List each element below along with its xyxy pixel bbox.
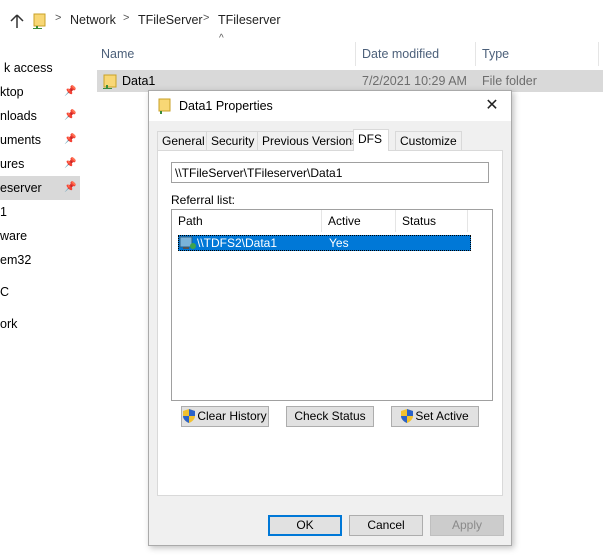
file-date: 7/2/2021 10:29 AM — [362, 74, 467, 88]
nav-item-data1[interactable]: 1 — [0, 200, 80, 224]
folder-icon — [158, 98, 172, 114]
breadcrumb-share[interactable]: TFileserver — [218, 13, 281, 27]
apply-button[interactable]: Apply — [430, 515, 504, 536]
column-header-date[interactable]: Date modified — [362, 42, 439, 66]
column-divider[interactable] — [355, 42, 356, 66]
breadcrumb-network[interactable]: Network — [70, 13, 116, 27]
tab-previous-versions[interactable]: Previous Versions — [257, 131, 364, 150]
chevron-right-icon: > — [123, 12, 130, 24]
set-active-button[interactable]: Set Active — [391, 406, 479, 427]
file-type: File folder — [482, 74, 537, 88]
server-icon — [179, 236, 197, 253]
pin-icon: 📌 — [64, 182, 77, 193]
folder-icon — [33, 11, 49, 29]
uac-shield-icon — [183, 409, 196, 423]
pin-icon: 📌 — [64, 134, 77, 145]
nav-item-pictures[interactable]: ures 📌 — [0, 152, 80, 176]
column-header-name[interactable]: Name — [101, 42, 134, 66]
sort-caret-icon: ^ — [219, 33, 224, 44]
file-name[interactable]: Data1 — [122, 74, 155, 88]
folder-icon — [103, 73, 119, 89]
ok-button[interactable]: OK — [268, 515, 342, 536]
tab-customize[interactable]: Customize — [395, 131, 462, 150]
check-status-button[interactable]: Check Status — [286, 406, 374, 427]
nav-item-desktop[interactable]: ktop 📌 — [0, 80, 80, 104]
tab-dfs[interactable]: DFS — [353, 129, 389, 151]
address-bar: > Network > TFileServer > TFileserver — [0, 0, 603, 42]
referral-list-label: Referral list: — [171, 193, 236, 207]
column-header-status[interactable]: Status — [396, 210, 468, 232]
clear-history-button[interactable]: Clear History — [181, 406, 269, 427]
column-divider[interactable] — [598, 42, 599, 66]
referral-row[interactable]: \\TDFS2\Data1 Yes — [178, 235, 471, 251]
navigation-pane: k access ktop 📌 nloads 📌 uments 📌 ures 📌 ese… — [0, 42, 80, 557]
nav-item-downloads[interactable]: nloads 📌 — [0, 104, 80, 128]
nav-item-network[interactable]: ork — [0, 312, 80, 336]
close-icon[interactable]: ✕ — [479, 93, 505, 119]
chevron-right-icon: > — [203, 12, 210, 24]
nav-item-quick-access[interactable]: k access — [0, 56, 80, 80]
chevron-right-icon: > — [55, 12, 62, 24]
cancel-button[interactable]: Cancel — [349, 515, 423, 536]
dfs-path-field[interactable]: \\TFileServer\TFileserver\Data1 — [171, 162, 489, 183]
referral-path: \\TDFS2\Data1 — [197, 236, 278, 250]
up-arrow-icon[interactable] — [8, 12, 26, 30]
tab-general[interactable]: General — [157, 131, 210, 150]
dialog-titlebar[interactable]: Data1 Properties ✕ — [149, 91, 511, 121]
referral-active: Yes — [329, 236, 349, 250]
nav-item-software[interactable]: ware — [0, 224, 80, 248]
nav-item-documents[interactable]: uments 📌 — [0, 128, 80, 152]
column-divider[interactable] — [475, 42, 476, 66]
nav-item-system32[interactable]: em32 — [0, 248, 80, 272]
dfs-tab-panel: \\TFileServer\TFileserver\Data1 Referral… — [157, 150, 503, 496]
uac-shield-icon — [401, 409, 414, 423]
tab-security[interactable]: Security — [206, 131, 260, 150]
column-header-active[interactable]: Active — [322, 210, 396, 232]
nav-item-fileserver[interactable]: eserver 📌 — [0, 176, 80, 200]
pin-icon: 📌 — [64, 86, 77, 97]
breadcrumb-server[interactable]: TFileServer — [138, 13, 203, 27]
nav-item-this-pc[interactable]: C — [0, 280, 80, 304]
pin-icon: 📌 — [64, 158, 77, 169]
column-header-path[interactable]: Path — [172, 210, 322, 232]
properties-dialog: Data1 Properties ✕ General Security Prev… — [148, 90, 512, 546]
column-header-type[interactable]: Type — [482, 42, 509, 66]
dialog-title: Data1 Properties — [179, 99, 273, 113]
pin-icon: 📌 — [64, 110, 77, 121]
referral-list[interactable]: Path Active Status \\TDFS2\Data1 Yes — [171, 209, 493, 401]
